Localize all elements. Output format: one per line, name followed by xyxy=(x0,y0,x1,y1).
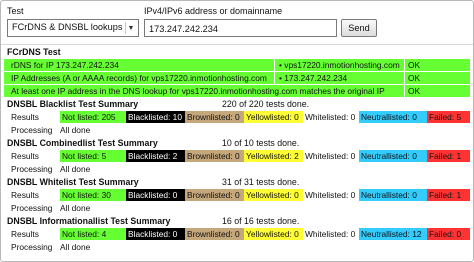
send-button[interactable]: Send xyxy=(341,19,377,37)
summary-done-count: 16 of 16 tests done. xyxy=(222,216,300,226)
blacklisted-count: Blacklisted: 0 xyxy=(126,228,185,240)
whitelisted-count: Whitelisted: 0 xyxy=(303,189,359,201)
not-listed-count: Not listed: 30 xyxy=(60,189,126,201)
summary-processing-row: Processing All done xyxy=(4,163,470,175)
results-area: FCrDNS Test rDNS for IP 173.247.242.234 … xyxy=(4,46,470,254)
fcrdns-title: FCrDNS Test xyxy=(7,47,61,57)
failed-count: Failed: 1 xyxy=(427,150,470,162)
yellowlisted-count: Yellowlisted: 0 xyxy=(244,111,303,123)
yellowlisted-count: Yellowlisted: 0 xyxy=(244,228,303,240)
summary-done-count: 31 of 31 tests done. xyxy=(222,177,300,187)
chevron-down-icon[interactable]: ▼ xyxy=(125,22,136,34)
test-select[interactable]: FCrDNS & DNSBL lookups ▼ xyxy=(7,19,139,37)
fcrdns-row-status: OK xyxy=(408,60,421,70)
blacklisted-count: Blacklisted: 0 xyxy=(126,189,185,201)
summary-blacklist: DNSBL Blacklist Test Summary 220 of 220 … xyxy=(4,98,470,136)
not-listed-count: Not listed: 205 xyxy=(60,111,126,123)
whitelisted-count: Whitelisted: 0 xyxy=(303,228,359,240)
neutrallisted-count: Neutrallisted: 12 xyxy=(359,228,427,240)
fcrdns-row-text: IP Addresses (A or AAAA records) for vps… xyxy=(11,73,267,83)
fcrdns-row-status: OK xyxy=(408,86,421,96)
processing-status: All done xyxy=(60,242,91,252)
fcrdns-row-status: OK xyxy=(408,73,421,83)
results-label: Results xyxy=(11,229,39,239)
row-divider xyxy=(404,85,405,97)
row-divider xyxy=(404,59,405,71)
blacklisted-count: Blacklisted: 10 xyxy=(126,111,185,123)
not-listed-count: Not listed: 4 xyxy=(60,228,126,240)
summary-processing-row: Processing All done xyxy=(4,241,470,253)
whitelisted-count: Whitelisted: 0 xyxy=(303,150,359,162)
fcrdns-row-value: • vps17220.inmotionhosting.com xyxy=(279,60,400,70)
ip-label: IPv4/IPv6 address or domainname xyxy=(144,6,283,16)
yellowlisted-count: Yellowlisted: 2 xyxy=(244,150,303,162)
fcrdns-row-value: • 173.247.242.234 xyxy=(279,73,348,83)
ip-input[interactable] xyxy=(144,19,337,37)
processing-label: Processing xyxy=(11,164,53,174)
summary-done-count: 10 of 10 tests done. xyxy=(222,138,300,148)
processing-label: Processing xyxy=(11,203,53,213)
summary-title: DNSBL Whitelist Test Summary 31 of 31 te… xyxy=(4,176,470,189)
row-divider xyxy=(274,59,275,71)
summary-results-row: Results Not listed: 205 Blacklisted: 10 … xyxy=(4,111,470,123)
processing-status: All done xyxy=(60,164,91,174)
neutrallisted-count: Neutrallisted: 0 xyxy=(359,111,427,123)
results-label: Results xyxy=(11,151,39,161)
summary-title-text: DNSBL Informationallist Test Summary xyxy=(7,216,171,226)
brownlisted-count: Brownlisted: 0 xyxy=(185,189,244,201)
neutrallisted-count: Neutrallisted: 0 xyxy=(359,150,427,162)
row-divider xyxy=(404,72,405,84)
processing-label: Processing xyxy=(11,242,53,252)
lookup-form: Test IPv4/IPv6 address or domainname FCr… xyxy=(1,1,473,45)
brownlisted-count: Brownlisted: 0 xyxy=(185,111,244,123)
summary-processing-row: Processing All done xyxy=(4,124,470,136)
fcrdns-row: rDNS for IP 173.247.242.234 • vps17220.i… xyxy=(4,59,470,71)
summary-title: DNSBL Informationallist Test Summary 16 … xyxy=(4,215,470,228)
test-label: Test xyxy=(7,6,24,16)
row-divider xyxy=(274,72,275,84)
failed-count: Failed: 1 xyxy=(427,189,470,201)
processing-label: Processing xyxy=(11,125,53,135)
blacklisted-count: Blacklisted: 2 xyxy=(126,150,185,162)
brownlisted-count: Brownlisted: 0 xyxy=(185,150,244,162)
failed-count: Failed: 0 xyxy=(427,228,470,240)
summary-title-text: DNSBL Combinedlist Test Summary xyxy=(7,138,158,148)
fcrdns-row-text: rDNS for IP 173.247.242.234 xyxy=(11,60,119,70)
dnsbl-lookup-panel: Test IPv4/IPv6 address or domainname FCr… xyxy=(0,0,474,262)
fcrdns-row: At least one IP address in the DNS looku… xyxy=(4,85,470,97)
summary-processing-row: Processing All done xyxy=(4,202,470,214)
neutrallisted-count: Neutrallisted: 0 xyxy=(359,189,427,201)
summary-results-row: Results Not listed: 4 Blacklisted: 0 Bro… xyxy=(4,228,470,240)
summary-title-text: DNSBL Blacklist Test Summary xyxy=(7,99,139,109)
results-label: Results xyxy=(11,190,39,200)
summary-combinedlist: DNSBL Combinedlist Test Summary 10 of 10… xyxy=(4,137,470,175)
yellowlisted-count: Yellowlisted: 0 xyxy=(244,189,303,201)
whitelisted-count: Whitelisted: 0 xyxy=(303,111,359,123)
not-listed-count: Not listed: 5 xyxy=(60,150,126,162)
test-select-value: FCrDNS & DNSBL lookups xyxy=(12,22,123,32)
processing-status: All done xyxy=(60,203,91,213)
summary-title: DNSBL Blacklist Test Summary 220 of 220 … xyxy=(4,98,470,111)
results-label: Results xyxy=(11,112,39,122)
summary-done-count: 220 of 220 tests done. xyxy=(222,99,310,109)
brownlisted-count: Brownlisted: 0 xyxy=(185,228,244,240)
summary-results-row: Results Not listed: 5 Blacklisted: 2 Bro… xyxy=(4,150,470,162)
fcrdns-row: IP Addresses (A or AAAA records) for vps… xyxy=(4,72,470,84)
failed-count: Failed: 5 xyxy=(427,111,470,123)
summary-informationallist: DNSBL Informationallist Test Summary 16 … xyxy=(4,215,470,253)
summary-title-text: DNSBL Whitelist Test Summary xyxy=(7,177,139,187)
fcrdns-row-text: At least one IP address in the DNS looku… xyxy=(11,86,385,96)
summary-whitelist: DNSBL Whitelist Test Summary 31 of 31 te… xyxy=(4,176,470,214)
summary-results-row: Results Not listed: 30 Blacklisted: 0 Br… xyxy=(4,189,470,201)
summary-title: DNSBL Combinedlist Test Summary 10 of 10… xyxy=(4,137,470,150)
processing-status: All done xyxy=(60,125,91,135)
